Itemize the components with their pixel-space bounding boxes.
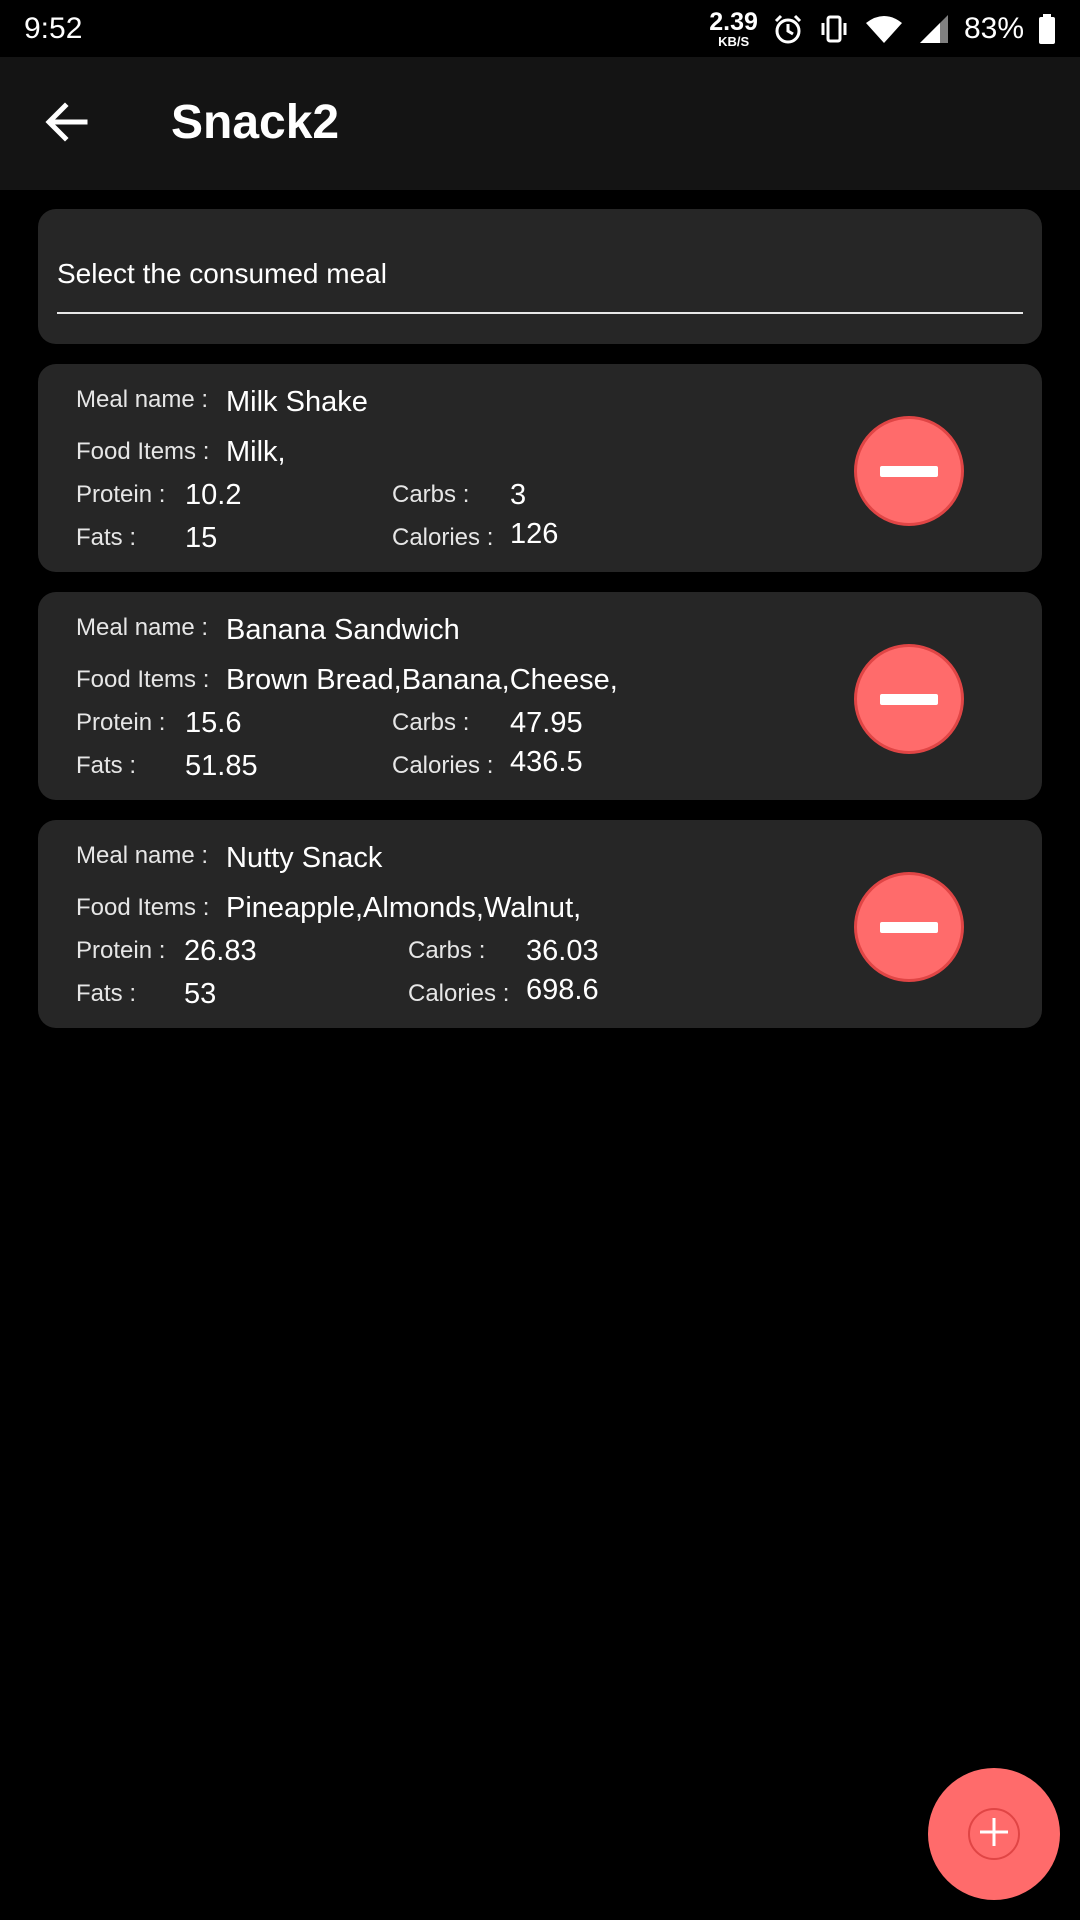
fats-value: 15	[185, 522, 218, 554]
back-button[interactable]	[30, 87, 104, 161]
network-speed-unit: KB/S	[718, 33, 750, 49]
vibrate-icon	[818, 13, 850, 45]
carbs-label: Carbs :	[392, 709, 470, 736]
meal-card: Meal name : Milk Shake Food Items : Milk…	[38, 364, 1042, 572]
fats-label: Fats :	[76, 524, 137, 551]
meal-name-value: Milk Shake	[226, 386, 368, 418]
carbs-label: Carbs :	[392, 481, 470, 508]
food-items-label: Food Items :	[76, 894, 210, 921]
food-items-label: Food Items :	[76, 438, 210, 465]
remove-meal-button[interactable]	[854, 872, 964, 982]
calories-label: Calories :	[408, 980, 510, 1007]
calories-label: Calories :	[392, 524, 494, 551]
wifi-icon	[864, 13, 904, 45]
carbs-value: 3	[510, 479, 527, 511]
protein-value: 26.83	[184, 935, 257, 967]
protein-value: 15.6	[185, 707, 242, 739]
meal-card: Meal name : Banana Sandwich Food Items :…	[38, 592, 1042, 800]
food-items-value: Milk,	[226, 436, 286, 468]
battery-percent: 83%	[963, 11, 1024, 45]
calories-value: 126	[510, 518, 559, 550]
carbs-value: 47.95	[510, 707, 583, 739]
arrow-left-icon	[45, 100, 89, 149]
network-speed-value: 2.39	[709, 7, 758, 36]
plus-circle	[968, 1808, 1020, 1860]
meal-name-label: Meal name :	[76, 842, 209, 869]
status-bar: 9:52 2.39 KB/S 83%	[0, 0, 1080, 57]
calories-value: 698.6	[526, 974, 599, 1006]
calories-label: Calories :	[392, 752, 494, 779]
protein-value: 10.2	[185, 479, 242, 511]
food-items-label: Food Items :	[76, 666, 210, 693]
carbs-label: Carbs :	[408, 937, 486, 964]
protein-label: Protein :	[76, 481, 166, 508]
minus-icon	[880, 693, 938, 705]
network-speed: 2.39 KB/S	[709, 7, 758, 49]
page-title: Snack2	[171, 96, 340, 149]
meal-select-card: Select the consumed meal	[38, 209, 1042, 344]
meal-select-dropdown[interactable]: Select the consumed meal	[57, 244, 1023, 314]
meal-name-label: Meal name :	[76, 386, 209, 413]
cell-signal-icon	[918, 13, 950, 45]
food-items-value: Pineapple,Almonds,Walnut,	[226, 892, 582, 924]
battery-icon	[1038, 13, 1056, 45]
fats-label: Fats :	[76, 980, 137, 1007]
food-items-value: Brown Bread,Banana,Cheese,	[226, 664, 618, 696]
remove-meal-button[interactable]	[854, 644, 964, 754]
status-icons: 2.39 KB/S 83%	[709, 7, 1056, 49]
add-meal-fab[interactable]	[928, 1768, 1060, 1900]
meal-name-label: Meal name :	[76, 614, 209, 641]
meal-select-placeholder: Select the consumed meal	[57, 258, 387, 289]
protein-label: Protein :	[76, 937, 166, 964]
protein-label: Protein :	[76, 709, 166, 736]
minus-icon	[880, 465, 938, 477]
fats-label: Fats :	[76, 752, 137, 779]
plus-icon	[977, 1815, 1011, 1854]
status-time: 9:52	[24, 11, 83, 45]
alarm-icon	[772, 13, 804, 45]
calories-value: 436.5	[510, 746, 583, 778]
fats-value: 51.85	[185, 750, 258, 782]
app-bar: Snack2	[0, 57, 1080, 190]
fats-value: 53	[184, 978, 217, 1010]
meal-card: Meal name : Nutty Snack Food Items : Pin…	[38, 820, 1042, 1028]
meal-name-value: Banana Sandwich	[226, 614, 460, 646]
carbs-value: 36.03	[526, 935, 599, 967]
remove-meal-button[interactable]	[854, 416, 964, 526]
minus-icon	[880, 921, 938, 933]
meal-name-value: Nutty Snack	[226, 842, 383, 874]
